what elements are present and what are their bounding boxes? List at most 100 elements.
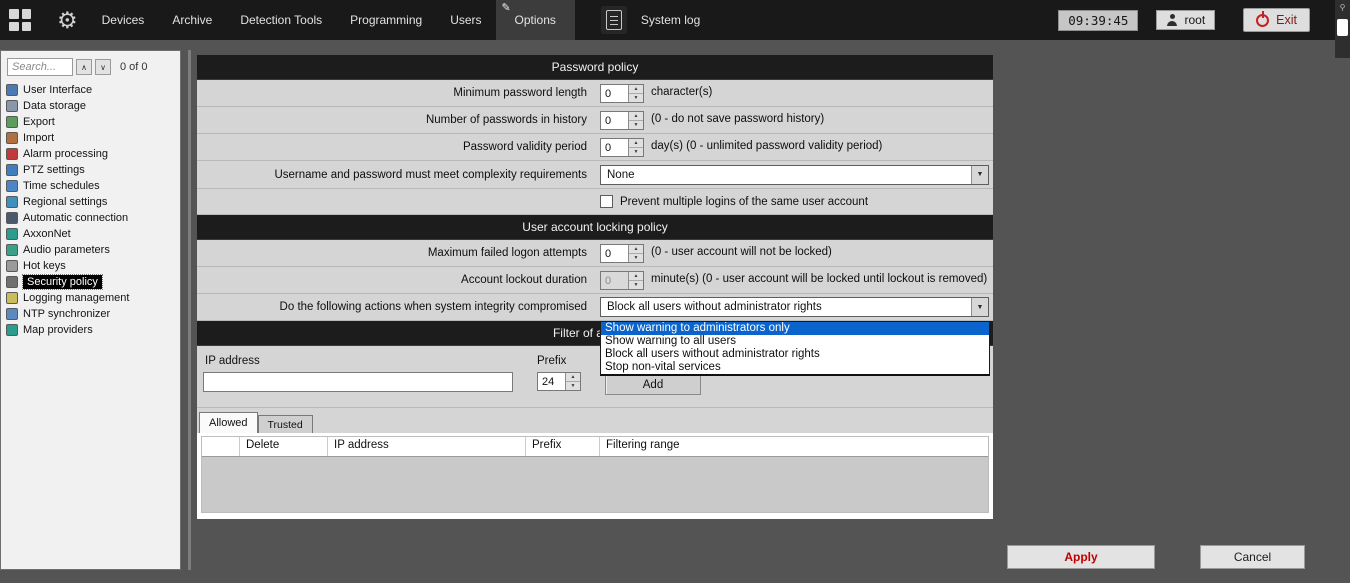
dropdown-option-show-warning-admins[interactable]: Show warning to administrators only [601, 322, 989, 335]
spinner-up-icon: ▲ [629, 272, 643, 281]
max-failed-attempts-spinner[interactable]: 0 ▲ ▼ [600, 244, 644, 263]
add-button[interactable]: Add [605, 374, 701, 395]
search-input[interactable] [7, 58, 73, 76]
dropdown-option-stop-services[interactable]: Stop non-vital services [601, 361, 989, 374]
sidebar-item-security-policy[interactable]: Security policy [1, 274, 180, 290]
sidebar-item-ntp-synchronizer[interactable]: NTP synchronizer [1, 306, 180, 322]
sidebar-item-label: User Interface [23, 84, 92, 96]
spinner-up-icon[interactable]: ▲ [566, 373, 580, 382]
system-log-tile[interactable] [601, 6, 627, 34]
sidebar-item-import[interactable]: Import [1, 130, 180, 146]
dropdown-option-block-users[interactable]: Block all users without administrator ri… [601, 348, 989, 361]
spinner-down-icon[interactable]: ▼ [629, 121, 643, 129]
log-document-icon [606, 10, 622, 30]
spinner-value[interactable]: 0 [601, 245, 628, 262]
setting-label: Do the following actions when system int… [197, 301, 595, 313]
setting-label: Number of passwords in history [197, 114, 595, 126]
sidebar-item-hot-keys[interactable]: Hot keys [1, 258, 180, 274]
apps-grid-icon[interactable] [9, 9, 31, 31]
max-failed-logon-row: Maximum failed logon attempts 0 ▲ ▼ (0 -… [197, 240, 993, 267]
top-menu-bar: ⚙ Devices Archive Detection Tools Progra… [0, 0, 1350, 40]
tab-trusted[interactable]: Trusted [258, 415, 313, 433]
spinner-value[interactable]: 0 [601, 112, 628, 129]
section-title: Password policy [552, 60, 639, 74]
clock-display: 09:39:45 [1058, 10, 1138, 31]
exit-button[interactable]: Exit [1243, 8, 1310, 32]
ip-filter-table-panel: Delete IP address Prefix Filtering range [197, 433, 993, 519]
sidebar-item-regional-settings[interactable]: Regional settings [1, 194, 180, 210]
spinner-up-icon[interactable]: ▲ [629, 112, 643, 121]
spinner-down-icon[interactable]: ▼ [566, 382, 580, 390]
menu-item-options[interactable]: ✎ Options [496, 0, 575, 40]
table-header-prefix: Prefix [526, 437, 600, 456]
menu-item-users[interactable]: Users [436, 0, 495, 40]
sidebar-item-user-interface[interactable]: User Interface [1, 82, 180, 98]
menu-item-archive[interactable]: Archive [158, 0, 226, 40]
table-header-ip-address: IP address [328, 437, 526, 456]
sidebar-item-map-providers[interactable]: Map providers [1, 322, 180, 338]
min-password-length-spinner[interactable]: 0 ▲ ▼ [600, 84, 644, 103]
sidebar-item-data-storage[interactable]: Data storage [1, 98, 180, 114]
sidebar-item-audio-parameters[interactable]: Audio parameters [1, 242, 180, 258]
chevron-down-icon[interactable]: ▼ [971, 298, 988, 316]
ip-address-input[interactable] [203, 372, 513, 392]
sidebar-item-time-schedules[interactable]: Time schedules [1, 178, 180, 194]
sidebar-item-label: PTZ settings [23, 164, 85, 176]
sidebar-item-alarm-processing[interactable]: Alarm processing [1, 146, 180, 162]
dropdown-value: None [601, 169, 971, 181]
filter-tabs: Allowed Trusted [197, 408, 993, 433]
complexity-dropdown[interactable]: None ▼ [600, 165, 989, 185]
spinner-value[interactable]: 0 [601, 85, 628, 102]
integrity-action-row: Do the following actions when system int… [197, 294, 993, 321]
tab-allowed[interactable]: Allowed [199, 412, 258, 433]
menu-item-detection-tools[interactable]: Detection Tools [226, 0, 336, 40]
menu-item-programming[interactable]: Programming [336, 0, 436, 40]
setting-suffix: minute(s) (0 - user account will be lock… [651, 273, 987, 286]
passwords-in-history-row: Number of passwords in history 0 ▲ ▼ (0 … [197, 107, 993, 134]
current-user-badge[interactable]: root [1156, 10, 1215, 30]
chevron-down-icon[interactable]: ▼ [971, 166, 988, 184]
ntp-clock-icon [6, 308, 18, 320]
sidebar-item-ptz-settings[interactable]: PTZ settings [1, 162, 180, 178]
apply-button[interactable]: Apply [1007, 545, 1155, 569]
scrollbar-thumb[interactable] [1337, 19, 1348, 36]
current-user-name: root [1184, 13, 1205, 27]
spinner-down-icon[interactable]: ▼ [629, 148, 643, 156]
spinner-value[interactable]: 24 [538, 373, 565, 390]
sidebar-item-automatic-connection[interactable]: Automatic connection [1, 210, 180, 226]
sidebar-item-label: Hot keys [23, 260, 66, 272]
prevent-multiple-logins-checkbox[interactable] [600, 195, 613, 208]
storage-icon [6, 100, 18, 112]
password-history-spinner[interactable]: 0 ▲ ▼ [600, 111, 644, 130]
menu-item-system-log[interactable]: System log [627, 0, 714, 40]
spinner-down-icon[interactable]: ▼ [629, 254, 643, 262]
search-result-count: 0 of 0 [120, 61, 148, 73]
spinner-up-icon[interactable]: ▲ [629, 139, 643, 148]
spinner-up-icon[interactable]: ▲ [629, 85, 643, 94]
security-policy-panel: Password policy Minimum password length … [197, 55, 993, 519]
keyboard-icon [6, 260, 18, 272]
prefix-spinner[interactable]: 24 ▲ ▼ [537, 372, 581, 391]
sidebar-splitter[interactable] [188, 50, 191, 570]
sidebar-item-logging-management[interactable]: Logging management [1, 290, 180, 306]
spinner-down-icon[interactable]: ▼ [629, 94, 643, 102]
spinner-up-icon[interactable]: ▲ [629, 245, 643, 254]
menu-item-devices[interactable]: Devices [88, 0, 159, 40]
search-prev-button[interactable]: ∧ [76, 59, 92, 75]
axxonnet-icon [6, 228, 18, 240]
search-next-button[interactable]: ∨ [95, 59, 111, 75]
sidebar-item-label: Data storage [23, 100, 86, 112]
section-header-account-locking: User account locking policy [197, 215, 993, 240]
spinner-value[interactable]: 0 [601, 139, 628, 156]
integrity-action-dropdown[interactable]: Block all users without administrator ri… [600, 297, 989, 317]
integrity-action-dropdown-list: Show warning to administrators only Show… [600, 321, 990, 376]
gear-icon[interactable]: ⚙ [57, 9, 78, 32]
setting-suffix: (0 - user account will not be locked) [651, 246, 832, 259]
sidebar-item-export[interactable]: Export [1, 114, 180, 130]
sidebar-item-axxonnet[interactable]: AxxonNet [1, 226, 180, 242]
cancel-button[interactable]: Cancel [1200, 545, 1305, 569]
sidebar-item-label: Automatic connection [23, 212, 128, 224]
password-validity-spinner[interactable]: 0 ▲ ▼ [600, 138, 644, 157]
alarm-icon [6, 148, 18, 160]
dropdown-option-show-warning-all[interactable]: Show warning to all users [601, 335, 989, 348]
